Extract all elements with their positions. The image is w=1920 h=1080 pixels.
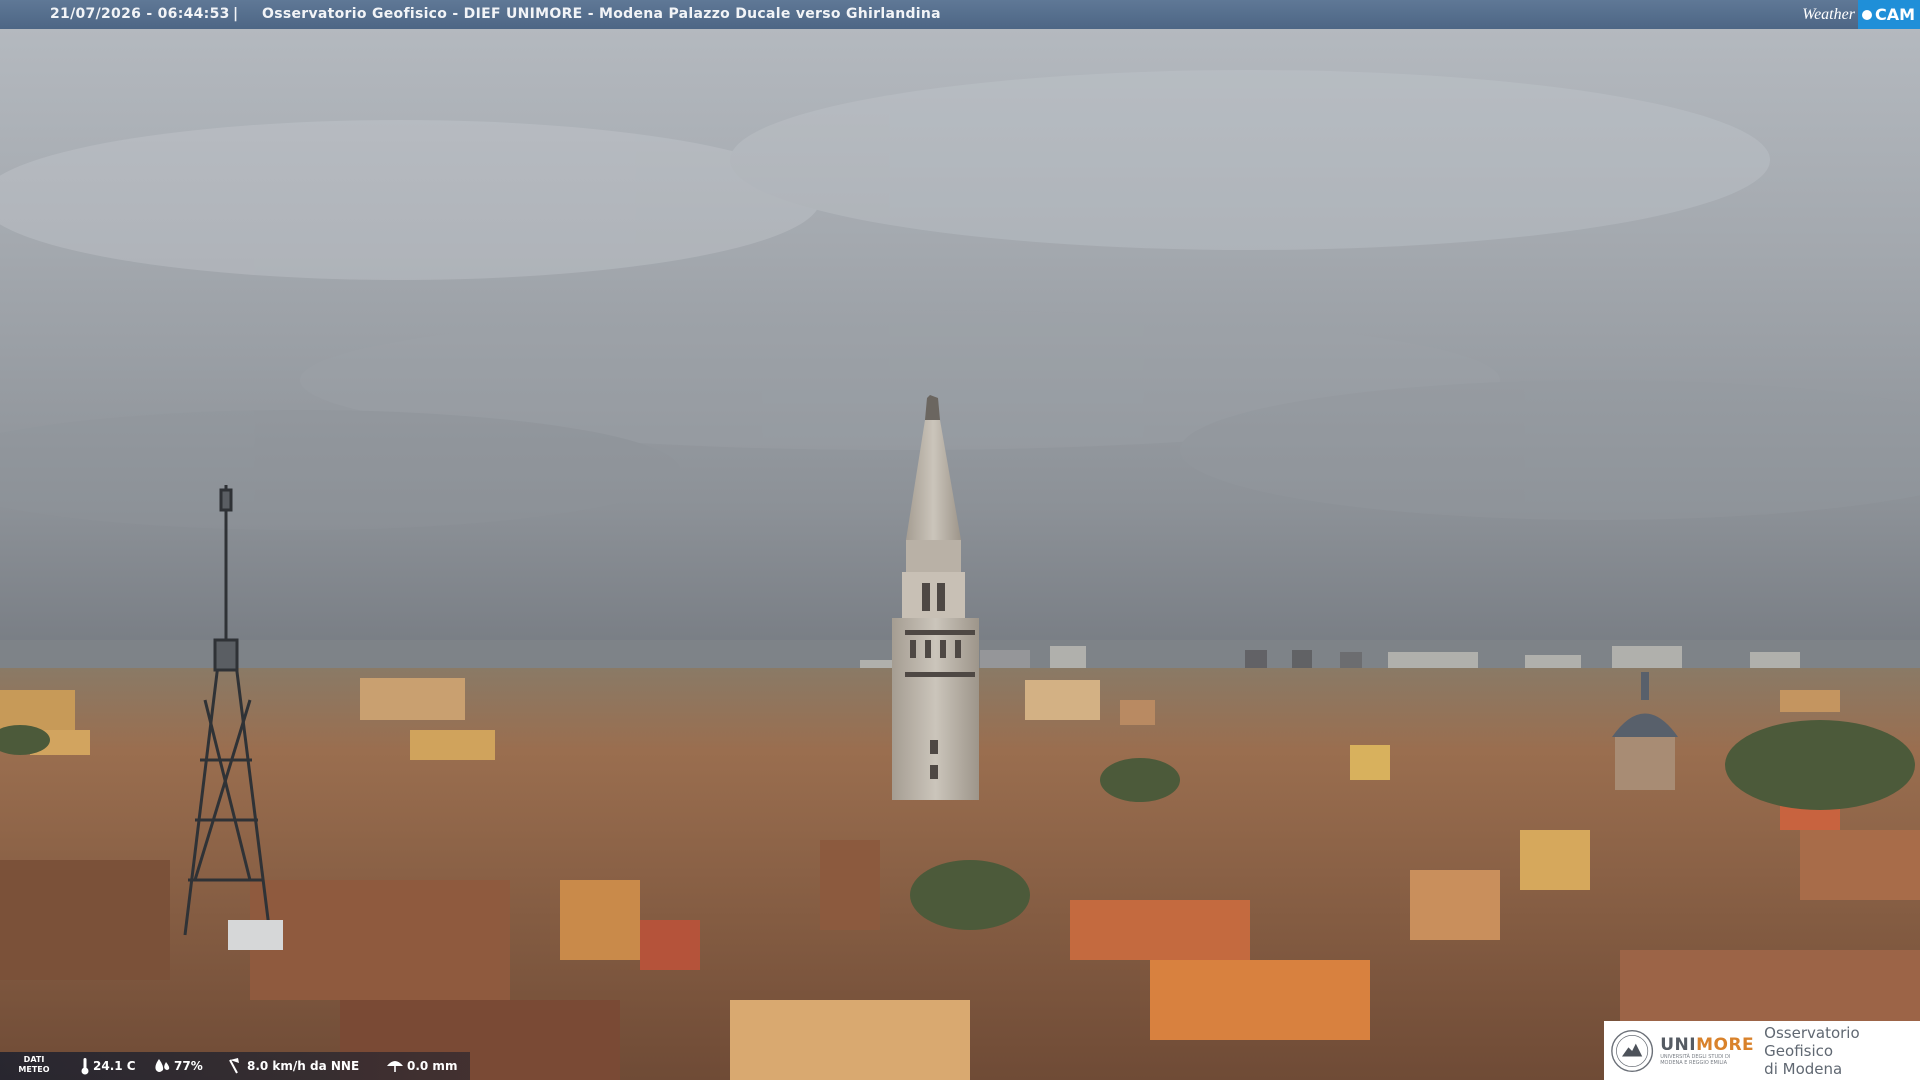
observatory-name: Osservatorio Geofisico di Modena bbox=[1764, 1024, 1920, 1078]
rain-value: 0.0 mm bbox=[407, 1059, 458, 1073]
weathercam-logo: Weather CAM bbox=[1802, 0, 1920, 29]
humidity-value: 77% bbox=[174, 1059, 203, 1073]
temperature-reading: 24.1 C bbox=[80, 1052, 136, 1080]
brand-weather: Weather bbox=[1802, 6, 1855, 23]
wind-reading: 8.0 km/h da NNE bbox=[226, 1052, 359, 1080]
wind-value: 8.0 km/h da NNE bbox=[247, 1059, 360, 1073]
cam-dot-icon bbox=[1861, 9, 1872, 20]
unimore-more: MORE bbox=[1696, 1034, 1755, 1055]
observatory-line2: di Modena bbox=[1764, 1059, 1843, 1078]
dati-meteo-label: DATI METEO bbox=[14, 1055, 54, 1075]
camera-title: Osservatorio Geofisico - DIEF UNIMORE - … bbox=[262, 6, 941, 22]
unimore-wordmark: UNIMORE UNIVERSITÀ DEGLI STUDI DI MODENA… bbox=[1660, 1036, 1754, 1066]
dati-label: DATI bbox=[23, 1055, 45, 1064]
observatory-line1: Osservatorio Geofisico bbox=[1764, 1023, 1860, 1060]
unimore-logo-box: UNIMORE UNIVERSITÀ DEGLI STUDI DI MODENA… bbox=[1604, 1021, 1920, 1080]
humidity-icon bbox=[155, 1059, 170, 1072]
brand-cam-badge: CAM bbox=[1857, 0, 1920, 29]
separator: | bbox=[233, 6, 239, 22]
unimore-uni: UNI bbox=[1660, 1034, 1697, 1055]
top-banner: 21/07/2026 - 06:44:53 | Osservatorio Geo… bbox=[0, 0, 1920, 29]
wind-icon bbox=[229, 1058, 239, 1074]
webcam-image bbox=[0, 28, 1920, 1080]
rain-gauge-icon bbox=[387, 1061, 403, 1072]
timestamp: 21/07/2026 - 06:44:53 bbox=[50, 6, 230, 22]
brand-cam: CAM bbox=[1874, 5, 1915, 24]
thermometer-icon bbox=[81, 1058, 89, 1075]
rain-reading: 0.0 mm bbox=[386, 1052, 457, 1080]
university-line2: MODENA E REGGIO EMILIA bbox=[1660, 1059, 1728, 1066]
university-seal-icon bbox=[1611, 1029, 1654, 1072]
weather-data-bar: DATI METEO 24.1 C 77% 8.0 km/h da NNE 0.… bbox=[0, 1052, 470, 1080]
meteo-label: METEO bbox=[18, 1065, 50, 1074]
humidity-reading: 77% bbox=[153, 1052, 203, 1080]
unimore-name: UNIMORE bbox=[1660, 1036, 1754, 1054]
temperature-value: 24.1 C bbox=[93, 1059, 136, 1073]
